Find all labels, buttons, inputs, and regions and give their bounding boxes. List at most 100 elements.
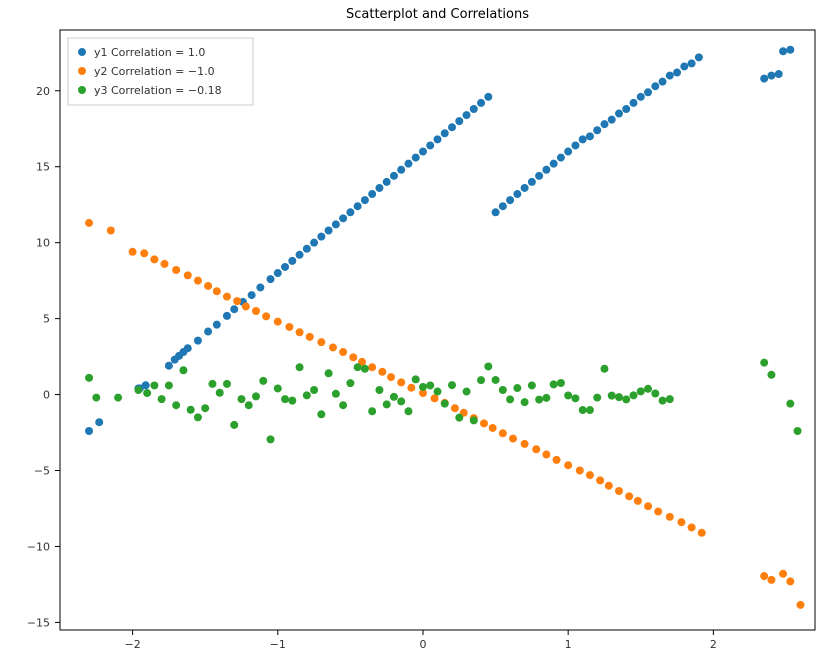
- data-point-series0: [85, 427, 93, 435]
- data-point-series2: [310, 386, 318, 394]
- data-point-series0: [426, 141, 434, 149]
- data-point-series2: [794, 427, 802, 435]
- data-point-series1: [553, 456, 561, 464]
- data-point-series0: [550, 160, 558, 168]
- data-point-series0: [339, 214, 347, 222]
- data-point-series0: [477, 99, 485, 107]
- data-point-series0: [165, 362, 173, 370]
- data-point-series0: [600, 120, 608, 128]
- data-point-series0: [375, 184, 383, 192]
- data-point-series1: [521, 440, 529, 448]
- data-point-series2: [172, 401, 180, 409]
- data-point-series2: [361, 365, 369, 373]
- data-point-series0: [281, 263, 289, 271]
- chart-title: Scatterplot and Correlations: [346, 7, 529, 22]
- data-point-series2: [397, 397, 405, 405]
- data-point-series2: [666, 395, 674, 403]
- legend-marker: [78, 86, 86, 94]
- data-point-series0: [288, 257, 296, 265]
- data-point-series0: [434, 135, 442, 143]
- data-point-series2: [216, 389, 224, 397]
- data-point-series1: [586, 471, 594, 479]
- data-point-series1: [397, 378, 405, 386]
- data-point-series0: [564, 148, 572, 156]
- data-point-series2: [332, 390, 340, 398]
- data-point-series1: [779, 570, 787, 578]
- data-point-series1: [654, 508, 662, 516]
- data-point-series2: [158, 395, 166, 403]
- data-point-series2: [143, 389, 151, 397]
- data-point-series2: [557, 379, 565, 387]
- data-point-series2: [296, 363, 304, 371]
- data-point-series2: [288, 397, 296, 405]
- data-point-series2: [600, 365, 608, 373]
- data-point-series0: [248, 291, 256, 299]
- data-point-series1: [767, 576, 775, 584]
- data-point-series2: [194, 413, 202, 421]
- data-point-series1: [368, 363, 376, 371]
- data-point-series1: [296, 328, 304, 336]
- data-point-series1: [760, 572, 768, 580]
- data-point-series1: [213, 287, 221, 295]
- data-point-series2: [455, 414, 463, 422]
- data-point-series0: [651, 82, 659, 90]
- data-point-series1: [532, 445, 540, 453]
- data-point-series0: [317, 233, 325, 241]
- data-point-series0: [142, 381, 150, 389]
- data-point-series2: [644, 385, 652, 393]
- data-point-series0: [397, 166, 405, 174]
- data-point-series0: [499, 202, 507, 210]
- data-point-series2: [484, 362, 492, 370]
- data-point-series0: [274, 269, 282, 277]
- y-tick-label: 10: [36, 237, 50, 250]
- data-point-series1: [451, 404, 459, 412]
- y-tick-label: 20: [36, 85, 50, 98]
- data-point-series0: [513, 190, 521, 198]
- data-point-series0: [644, 88, 652, 96]
- data-point-series1: [387, 373, 395, 381]
- data-point-series2: [237, 395, 245, 403]
- data-point-series0: [492, 208, 500, 216]
- y-tick-label: −15: [27, 616, 50, 629]
- data-point-series1: [274, 318, 282, 326]
- data-point-series2: [325, 369, 333, 377]
- data-point-series2: [92, 394, 100, 402]
- data-point-series0: [296, 251, 304, 259]
- data-point-series1: [378, 368, 386, 376]
- data-point-series2: [593, 394, 601, 402]
- data-point-series0: [361, 196, 369, 204]
- data-point-series0: [354, 202, 362, 210]
- data-point-series1: [233, 297, 241, 305]
- data-point-series1: [204, 282, 212, 290]
- data-point-series2: [274, 384, 282, 392]
- data-point-series0: [775, 70, 783, 78]
- data-point-series1: [644, 502, 652, 510]
- data-point-series0: [441, 129, 449, 137]
- data-point-series2: [150, 381, 158, 389]
- data-point-series0: [419, 148, 427, 156]
- legend-marker: [78, 48, 86, 56]
- data-point-series0: [557, 154, 565, 162]
- data-point-series2: [550, 380, 558, 388]
- data-point-series0: [593, 126, 601, 134]
- data-point-series0: [463, 111, 471, 119]
- data-point-series1: [107, 227, 115, 235]
- data-point-series0: [303, 245, 311, 253]
- data-point-series0: [637, 93, 645, 101]
- data-point-series0: [760, 75, 768, 83]
- data-point-series0: [325, 227, 333, 235]
- data-point-series1: [625, 492, 633, 500]
- legend-label: y1 Correlation = 1.0: [94, 46, 205, 59]
- data-point-series2: [434, 388, 442, 396]
- data-point-series1: [349, 353, 357, 361]
- data-point-series1: [431, 394, 439, 402]
- data-point-series0: [368, 190, 376, 198]
- data-point-series0: [95, 418, 103, 426]
- scatter-chart: Scatterplot and Correlations−2−1012−15−1…: [0, 0, 833, 670]
- data-point-series2: [346, 379, 354, 387]
- x-tick-label: −1: [270, 638, 286, 651]
- data-point-series0: [571, 141, 579, 149]
- data-point-series2: [419, 383, 427, 391]
- data-point-series2: [463, 388, 471, 396]
- y-tick-label: 15: [36, 161, 50, 174]
